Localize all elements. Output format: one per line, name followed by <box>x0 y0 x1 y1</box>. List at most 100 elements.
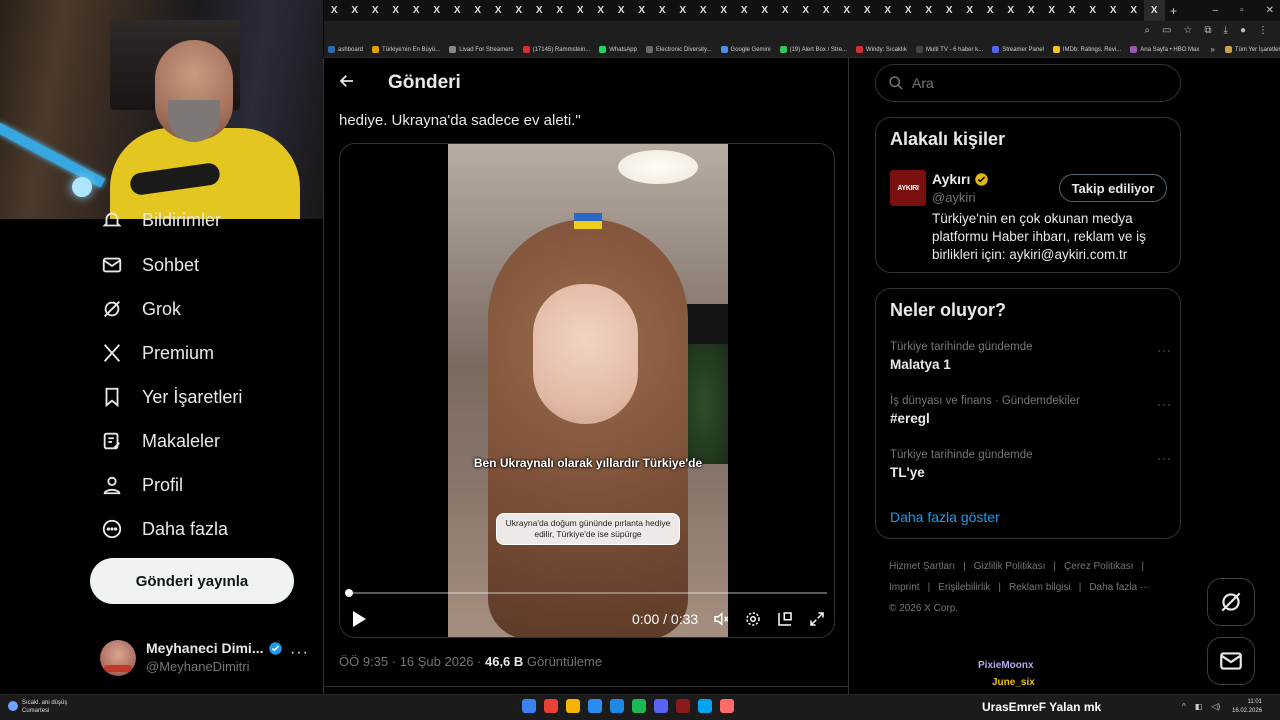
browser-tab[interactable]: X <box>570 0 591 21</box>
play-icon[interactable] <box>351 610 367 633</box>
browser-tab[interactable]: X <box>919 0 940 21</box>
following-button[interactable]: Takip ediliyor <box>1059 174 1167 202</box>
nav-item-grok[interactable]: Grok <box>100 294 181 324</box>
browser-tab[interactable]: X <box>591 0 612 21</box>
settings-gear-icon[interactable] <box>744 610 762 633</box>
network-icon[interactable]: ◧ <box>1195 702 1203 711</box>
back-arrow-icon[interactable] <box>338 72 362 95</box>
star-icon[interactable]: ☆ <box>1183 25 1192 36</box>
browser-tab[interactable]: X <box>1144 0 1165 21</box>
browser-tab[interactable]: X <box>1124 0 1145 21</box>
browser-tab[interactable]: X <box>652 0 673 21</box>
tweet-timestamp[interactable]: ÖÖ 9:35 · 16 Şub 2026 · <box>339 654 485 669</box>
footer-link[interactable]: Imprint <box>889 582 920 593</box>
search-input[interactable]: Ara <box>875 64 1181 102</box>
bookmark-item[interactable]: Windy: Sıcaklık <box>852 46 912 53</box>
menu-icon[interactable]: ⋮ <box>1258 25 1268 36</box>
taskbar-app-icon[interactable] <box>698 699 712 713</box>
browser-tab[interactable]: X <box>345 0 366 21</box>
bookmark-item[interactable]: ashboard <box>324 46 368 53</box>
trend-item[interactable]: İş dünyası ve finans · Gündemdekiler #er… <box>890 395 1172 439</box>
more-icon[interactable]: ··· <box>1157 343 1172 357</box>
browser-tab[interactable]: X <box>611 0 632 21</box>
browser-tab[interactable]: X <box>837 0 858 21</box>
browser-tab[interactable]: X <box>468 0 489 21</box>
trend-item[interactable]: Türkiye tarihinde gündemde TL'ye ··· <box>890 449 1172 493</box>
nav-item-articles[interactable]: Makaleler <box>100 426 220 456</box>
extensions-icon[interactable]: ⧉ <box>1204 25 1211 36</box>
browser-tab[interactable]: X <box>1042 0 1063 21</box>
bookmark-item[interactable]: Electronic Diversity... <box>642 46 717 53</box>
taskbar-app-icon[interactable] <box>610 699 624 713</box>
bookmark-item[interactable]: Ana Sayfa • HBO Max <box>1126 46 1204 53</box>
account-switcher[interactable]: Meyhaneci Dimi... @MeyhaneDimitri ··· <box>100 636 310 680</box>
bookmark-item[interactable]: (19) Alert Box / Stre... <box>776 46 852 53</box>
bookmark-item[interactable]: Livad For Streamers <box>445 46 518 53</box>
browser-tab[interactable]: X <box>734 0 755 21</box>
bookmark-item[interactable]: Multi TV - 6 haber k... <box>912 46 988 53</box>
browser-tab[interactable]: X <box>632 0 653 21</box>
show-more-link[interactable]: Daha fazla göster <box>890 509 1000 525</box>
more-icon[interactable]: ··· <box>290 644 309 662</box>
bookmark-item[interactable]: (17145) Rammstein... <box>519 46 596 53</box>
browser-tab[interactable]: X <box>365 0 386 21</box>
minimize-button[interactable]: – <box>1213 5 1219 16</box>
post-button[interactable]: Gönderi yayınla <box>90 558 294 604</box>
nav-item-more[interactable]: Daha fazla <box>100 514 228 544</box>
bookmark-item[interactable]: Streamer Panel <box>988 46 1049 53</box>
video-progress-bar[interactable] <box>345 589 827 597</box>
taskbar-app-icon[interactable] <box>676 699 690 713</box>
bookmark-item[interactable]: WhatsApp <box>595 46 642 53</box>
taskbar-app-icon[interactable] <box>544 699 558 713</box>
more-icon[interactable]: ··· <box>1157 451 1172 465</box>
browser-tab[interactable]: X <box>1001 0 1022 21</box>
avatar[interactable]: AYKIRI <box>890 170 926 206</box>
zoom-icon[interactable]: ⌕ <box>1144 25 1150 36</box>
browser-tab[interactable]: X <box>509 0 530 21</box>
browser-tab[interactable]: X <box>796 0 817 21</box>
grok-fab-button[interactable] <box>1207 578 1255 626</box>
nav-item-profile[interactable]: Profil <box>100 470 183 500</box>
messages-fab-button[interactable] <box>1207 637 1255 685</box>
nav-item-premium[interactable]: Premium <box>100 338 214 368</box>
clock[interactable]: 11:01 16.02.2026 <box>1232 698 1262 716</box>
browser-tab[interactable]: X <box>1021 0 1042 21</box>
footer-link[interactable]: Hizmet Şartları <box>889 561 955 572</box>
new-tab-button[interactable]: + <box>1165 4 1183 18</box>
browser-tab[interactable]: X <box>386 0 407 21</box>
volume-icon[interactable]: ◁) <box>1211 702 1220 711</box>
all-bookmarks-folder[interactable]: Tüm Yer İşaretleri <box>1221 46 1280 53</box>
trend-item[interactable]: Türkiye tarihinde gündemde Malatya 1 ··· <box>890 341 1172 385</box>
nav-item-bookmarks[interactable]: Yer İşaretleri <box>100 382 242 412</box>
bookmark-item[interactable]: IMDb: Ratings, Revi... <box>1049 46 1126 53</box>
taskbar-app-icon[interactable] <box>588 699 602 713</box>
browser-tab[interactable]: X <box>980 0 1001 21</box>
download-icon[interactable]: ⤓ <box>1224 25 1228 36</box>
browser-tab[interactable]: X <box>1062 0 1083 21</box>
browser-tab[interactable]: X <box>960 0 981 21</box>
taskbar-app-icon[interactable] <box>654 699 668 713</box>
browser-tab[interactable]: X <box>406 0 427 21</box>
weather-widget[interactable]: Sıcakl. ani düşüş Cumartesi <box>8 699 67 715</box>
browser-tab[interactable]: X <box>816 0 837 21</box>
more-icon[interactable]: ··· <box>1157 397 1172 411</box>
browser-tab[interactable]: X <box>1103 0 1124 21</box>
browser-tab[interactable]: X <box>898 0 919 21</box>
fullscreen-icon[interactable] <box>808 610 826 633</box>
maximize-button[interactable]: ▫ <box>1240 5 1244 16</box>
cast-icon[interactable]: ▭ <box>1162 25 1171 36</box>
footer-link[interactable]: Reklam bilgisi <box>1009 582 1071 593</box>
browser-tab[interactable]: X <box>488 0 509 21</box>
related-user-name[interactable]: Aykırı <box>932 171 989 187</box>
taskbar-app-icon[interactable] <box>632 699 646 713</box>
browser-tab[interactable]: X <box>324 0 345 21</box>
browser-tab[interactable]: X <box>447 0 468 21</box>
bookmarks-overflow-button[interactable]: » <box>1204 45 1220 54</box>
close-window-button[interactable]: ✕ <box>1266 5 1274 16</box>
footer-link[interactable]: Daha fazla ··· <box>1089 582 1150 593</box>
browser-tab[interactable]: X <box>857 0 878 21</box>
taskbar-app-icon[interactable] <box>566 699 580 713</box>
nav-item-chat[interactable]: Sohbet <box>100 250 199 280</box>
browser-tab[interactable]: X <box>550 0 571 21</box>
profile-icon[interactable]: ● <box>1240 25 1246 36</box>
